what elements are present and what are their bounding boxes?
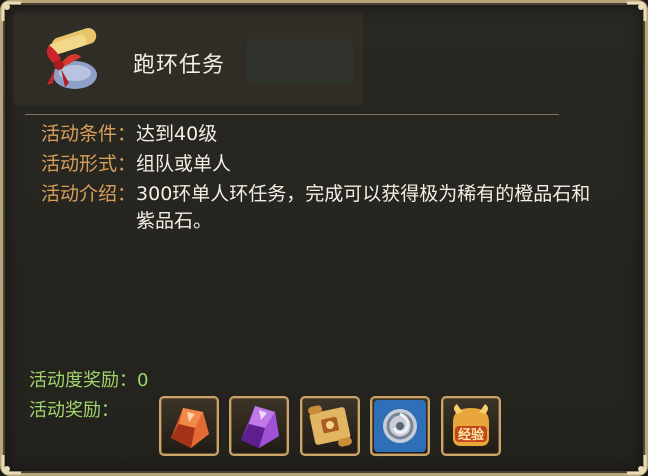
background-button-ghost — [247, 39, 353, 83]
orange-gem-icon — [171, 408, 209, 448]
intro-label: 活动介绍： — [41, 183, 137, 205]
reward-item-silver-orb[interactable] — [370, 396, 430, 456]
task-title: 跑环任务 — [133, 53, 226, 78]
intro-row: 活动介绍：300环单人环任务，完成可以获得极为稀有的橙品石和紫品石。 — [41, 181, 608, 235]
condition-label: 活动条件： — [41, 123, 137, 145]
condition-row: 活动条件：达到40级 — [41, 121, 217, 148]
reward-item-scroll[interactable] — [300, 396, 360, 456]
form-label: 活动形式： — [41, 153, 137, 175]
exp-text: 经验 — [458, 427, 485, 443]
corner-ornament-icon — [625, 453, 647, 475]
exp-icon: 经验 — [453, 404, 489, 446]
reward-label: 活动奖励： — [29, 400, 119, 421]
corner-ornament-icon — [625, 1, 647, 23]
purple-gem-icon — [241, 406, 279, 448]
task-bag-icon — [33, 23, 105, 95]
form-value: 组队或单人 — [136, 153, 232, 175]
silver-orb-icon — [374, 400, 426, 452]
reward-item-orange-gem[interactable] — [159, 396, 219, 456]
form-row: 活动形式：组队或单人 — [41, 151, 231, 178]
activity-points-reward: 活动度奖励：0 — [29, 370, 149, 391]
condition-value: 达到40级 — [136, 123, 218, 145]
intro-value: 300环单人环任务，完成可以获得极为稀有的橙品石和紫品石。 — [136, 183, 591, 232]
reward-item-purple-gem[interactable] — [229, 396, 289, 456]
scroll-icon — [308, 405, 352, 447]
divider — [25, 114, 559, 115]
activity-detail-panel: 跑环任务 活动条件：达到40级 活动形式：组队或单人 活动介绍：300环单人环任… — [0, 0, 648, 476]
reward-item-exp[interactable]: 经验 — [441, 396, 501, 456]
corner-ornament-icon — [1, 453, 23, 475]
